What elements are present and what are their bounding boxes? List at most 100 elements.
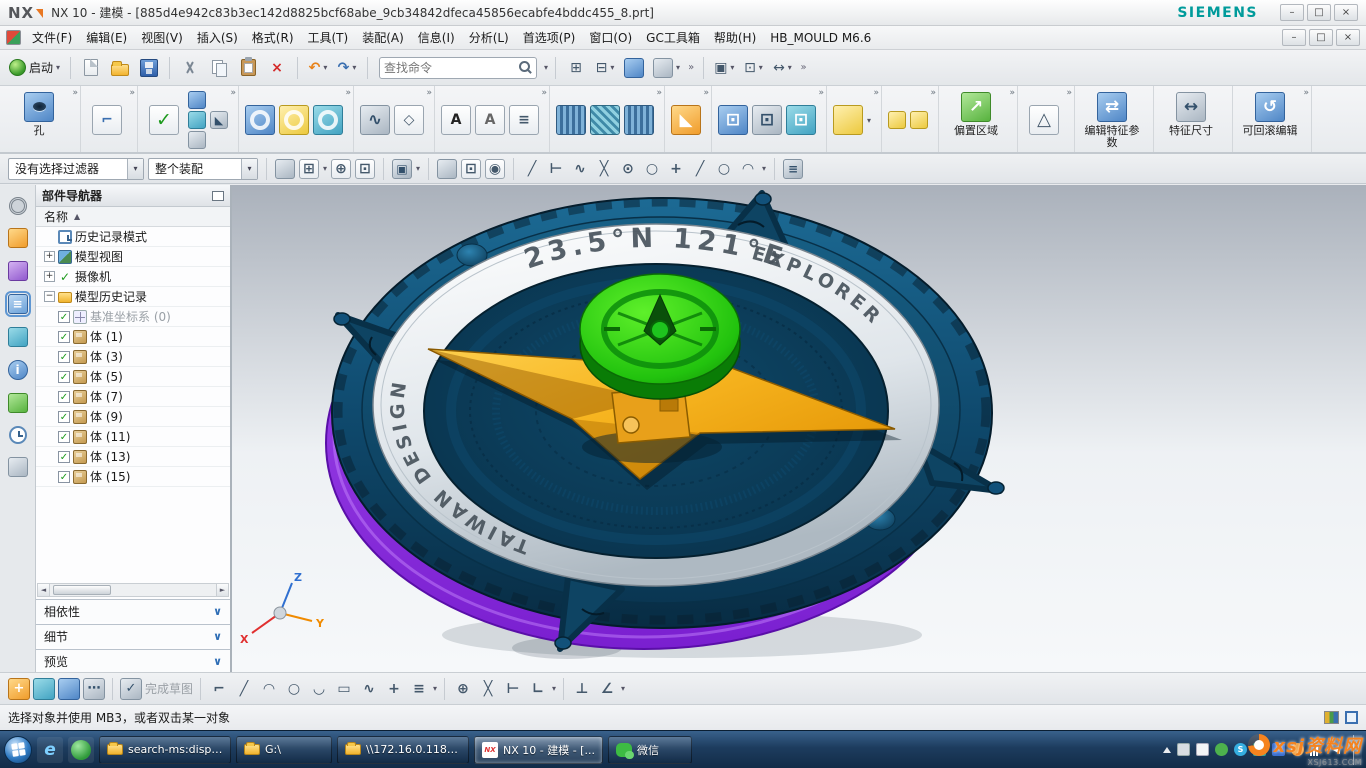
undock-icon[interactable]	[212, 191, 224, 201]
group-overflow[interactable]: »	[541, 88, 547, 98]
menu-preferences[interactable]: 首选项(P)	[516, 26, 583, 49]
quadrant-snap-icon[interactable]: ○	[642, 159, 662, 179]
arc-icon[interactable]: ◠	[258, 678, 280, 700]
filter-face-dropdown[interactable]: ▾	[323, 164, 327, 173]
assembly-navigator-icon[interactable]	[8, 228, 28, 248]
trim-dropdown[interactable]: ▾	[552, 684, 556, 693]
bounding-body-dropdown[interactable]: ▾	[867, 116, 871, 125]
start-button[interactable]	[4, 736, 32, 764]
selection-scope-dropdown[interactable]: 整个装配 ▾	[148, 158, 258, 180]
swept-icon[interactable]	[624, 105, 654, 135]
replace-face-icon[interactable]: ⊡	[786, 105, 816, 135]
group-overflow[interactable]: »	[1304, 88, 1310, 98]
finish-sketch-icon[interactable]: ✓	[120, 678, 142, 700]
quick-extend-icon[interactable]: ⊢	[502, 678, 524, 700]
tree-item-body-3[interactable]: ✓ 体 (3)	[36, 347, 230, 367]
move-face-icon[interactable]: ⊡	[718, 105, 748, 135]
roles-gear-icon[interactable]	[9, 197, 27, 215]
delete-button[interactable]: ×	[264, 55, 290, 81]
command-search-input[interactable]	[384, 61, 515, 75]
trim-body-icon[interactable]	[188, 131, 206, 149]
offset-region-button[interactable]: ↗ 偏置区域	[945, 92, 1007, 149]
tree-item-model-history[interactable]: − 模型历史记录	[36, 287, 230, 307]
arc-center-snap-icon[interactable]: ⊙	[618, 159, 638, 179]
new-file-button[interactable]	[78, 55, 104, 81]
reattach-icon[interactable]	[33, 678, 55, 700]
taskbar-window-wechat[interactable]: 微信	[608, 736, 692, 764]
measure-button[interactable]: ↔▾	[769, 55, 795, 81]
spring-icon[interactable]	[245, 105, 275, 135]
mesh-surface-icon[interactable]	[556, 105, 586, 135]
menu-analysis[interactable]: 分析(L)	[462, 26, 516, 49]
point-icon[interactable]: +	[383, 678, 405, 700]
draft-icon[interactable]: ◣	[210, 111, 228, 129]
tangent-snap-icon[interactable]: ◠	[738, 159, 758, 179]
horizontal-scrollbar[interactable]: ◄ ►	[37, 583, 229, 597]
part-navigator-icon[interactable]: ≡	[8, 294, 28, 314]
datum-plane-button[interactable]: △	[1024, 105, 1064, 135]
point-on-curve-snap-icon[interactable]: ╱	[690, 159, 710, 179]
sweep-icon[interactable]: ∿	[360, 105, 390, 135]
general-selection-icon[interactable]: ▣	[392, 159, 412, 179]
sketch-origin-icon[interactable]: +	[8, 678, 30, 700]
bounding-body-icon[interactable]	[833, 105, 863, 135]
scope-dropdown-arrow[interactable]: ▾	[241, 159, 257, 179]
menu-information[interactable]: 信息(I)	[411, 26, 462, 49]
display-mode-button[interactable]: ⊟▾	[592, 55, 618, 81]
group-overflow[interactable]: »	[656, 88, 662, 98]
tree-item-body-13[interactable]: ✓ 体 (13)	[36, 447, 230, 467]
expand-icon[interactable]: +	[44, 271, 55, 282]
toolbar-overflow[interactable]: »	[686, 62, 696, 73]
menu-hb-mould[interactable]: HB_MOULD M6.6	[763, 28, 878, 48]
curve-dropdown[interactable]: ▾	[433, 684, 437, 693]
show-hide-button[interactable]: ⊡▾	[740, 55, 766, 81]
menu-gc-toolbox[interactable]: GC工具箱	[639, 26, 707, 49]
doc-close-button[interactable]: ×	[1336, 29, 1360, 46]
circle-icon[interactable]: ○	[283, 678, 305, 700]
internet-explorer-button[interactable]: e	[37, 737, 63, 763]
tree-item-body-7[interactable]: ✓ 体 (7)	[36, 387, 230, 407]
group-overflow[interactable]: »	[426, 88, 432, 98]
sketch-button[interactable]: ⌐	[87, 105, 127, 135]
app-icon[interactable]	[6, 30, 21, 45]
menu-edit[interactable]: 编辑(E)	[79, 26, 134, 49]
scroll-right-icon[interactable]: ►	[216, 584, 228, 596]
filter-dropdown-arrow[interactable]: ▾	[127, 159, 143, 179]
name-column-header[interactable]: 名称 ▲	[36, 207, 230, 227]
menu-insert[interactable]: 插入(S)	[190, 26, 245, 49]
sketch-settings-icon[interactable]: ⋯	[83, 678, 105, 700]
checkbox[interactable]: ✓	[58, 391, 70, 403]
tree-item-model-views[interactable]: + 模型视图	[36, 247, 230, 267]
profile-icon[interactable]: ⌐	[208, 678, 230, 700]
window-split-button[interactable]: ▣▾	[711, 55, 737, 81]
list-icon[interactable]: ≡	[509, 105, 539, 135]
skype-icon[interactable]: S	[1234, 743, 1247, 756]
model-3d-view[interactable]: TAIWAN DESIGN 23.5°N 121°E EXPLORER	[232, 185, 1366, 672]
small-body-icon[interactable]	[888, 111, 906, 129]
section-dependencies[interactable]: 相依性 ∨	[36, 599, 230, 622]
checkbox[interactable]: ✓	[58, 351, 70, 363]
mirror-feature-icon[interactable]	[188, 111, 206, 129]
highlight-icon[interactable]	[275, 159, 295, 179]
group-overflow[interactable]: »	[703, 88, 709, 98]
unite-button[interactable]: ✓	[144, 105, 184, 135]
ruled-icon[interactable]: ◇	[394, 105, 424, 135]
doc-minimize-button[interactable]: –	[1282, 29, 1306, 46]
scrollbar-thumb[interactable]	[53, 585, 111, 595]
small-body2-icon[interactable]	[910, 111, 928, 129]
section-preview[interactable]: 预览 ∨	[36, 649, 230, 672]
printer-icon[interactable]	[1177, 743, 1190, 756]
filter-edge-icon[interactable]: ⊕	[331, 159, 351, 179]
sort-ascending-icon[interactable]: ▲	[74, 212, 80, 221]
coil-icon[interactable]	[313, 105, 343, 135]
menu-view[interactable]: 视图(V)	[134, 26, 190, 49]
security-icon[interactable]	[1215, 743, 1228, 756]
tree-item-body-9[interactable]: ✓ 体 (9)	[36, 407, 230, 427]
group-overflow[interactable]: »	[1067, 88, 1073, 98]
filter-body-icon[interactable]: ⊡	[355, 159, 375, 179]
tree-item-cameras[interactable]: + ✓ 摄像机	[36, 267, 230, 287]
dimension-dropdown[interactable]: ▾	[621, 684, 625, 693]
doc-restore-button[interactable]: □	[1309, 29, 1333, 46]
group-overflow[interactable]: »	[874, 88, 880, 98]
orient-view-icon[interactable]	[58, 678, 80, 700]
